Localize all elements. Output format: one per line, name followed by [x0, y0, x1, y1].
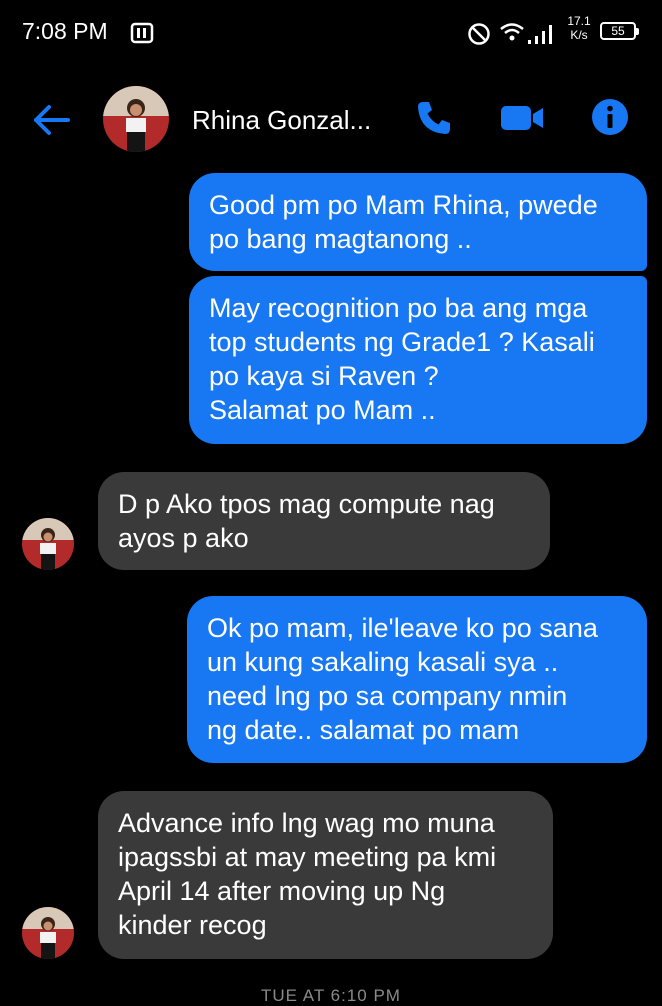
- message-incoming[interactable]: D p Ako tpos mag compute nag ayos p ako: [98, 472, 550, 570]
- status-time: 7:08 PM: [22, 18, 108, 44]
- date-separator: TUE AT 6:10 PM: [261, 986, 401, 1005]
- sender-avatar[interactable]: [22, 518, 74, 570]
- message-incoming[interactable]: Advance info lng wag mo muna ipagssbi at…: [98, 791, 553, 959]
- battery-icon: 55: [600, 22, 639, 40]
- back-arrow-icon[interactable]: [30, 100, 74, 140]
- conversation-header: Rhina Gonzal...: [0, 80, 662, 160]
- network-speed-value: 17.1: [567, 14, 591, 28]
- signal-icon: [528, 25, 552, 44]
- notification-icon: [130, 22, 154, 44]
- message-outgoing[interactable]: Ok po mam, ile'leave ko po sana un kung …: [187, 596, 647, 763]
- message-outgoing[interactable]: Good pm po Mam Rhina, pwede po bang magt…: [189, 173, 647, 271]
- contact-avatar[interactable]: [103, 86, 169, 152]
- do-not-disturb-icon: [468, 23, 490, 45]
- status-bar: 7:08 PM 17.1 K/s 55: [0, 0, 662, 66]
- info-icon[interactable]: [591, 98, 629, 136]
- network-speed-unit: K/s: [570, 28, 588, 42]
- video-camera-icon[interactable]: [499, 102, 545, 134]
- sender-avatar[interactable]: [22, 907, 74, 959]
- wifi-icon: [500, 23, 524, 41]
- network-speed: 17.1 K/s: [564, 14, 594, 42]
- contact-name[interactable]: Rhina Gonzal...: [192, 105, 371, 136]
- message-outgoing[interactable]: May recognition po ba ang mga top studen…: [189, 276, 647, 444]
- phone-icon[interactable]: [414, 98, 454, 138]
